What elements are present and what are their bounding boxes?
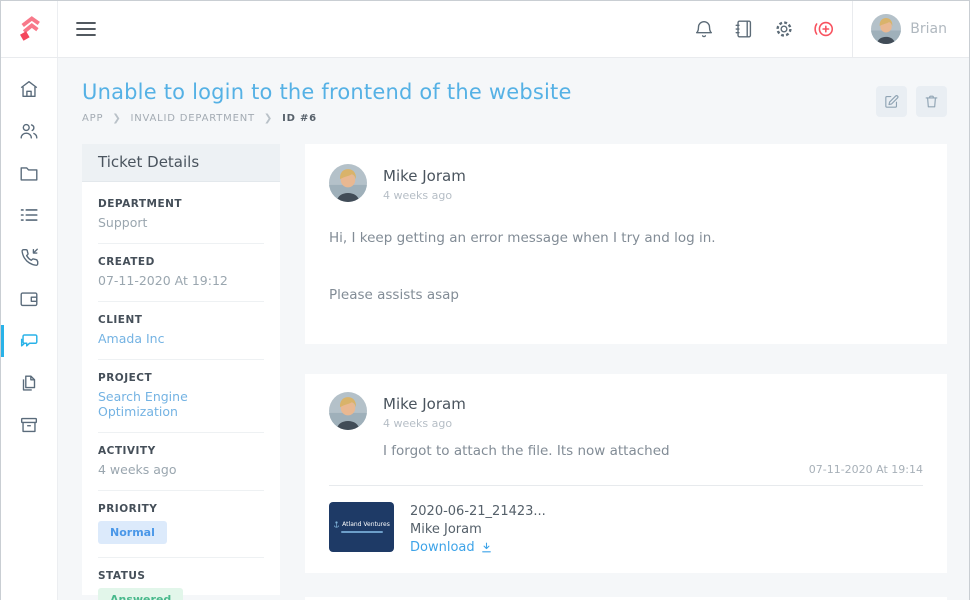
field-department: DEPARTMENT Support <box>98 186 264 244</box>
attachment-item: Atland Ventures 2020-06-21_21423... Mike… <box>329 486 923 561</box>
pages-icon <box>18 372 40 394</box>
logo-icon <box>15 15 43 43</box>
field-label: CREATED <box>98 256 264 268</box>
field-value: 4 weeks ago <box>98 462 264 477</box>
field-priority: PRIORITY Normal <box>98 491 264 558</box>
message-text: Hi, I keep getting an error message when… <box>329 230 923 246</box>
wallet-icon <box>18 288 40 310</box>
field-label: ACTIVITY <box>98 445 264 457</box>
notifications-button[interactable] <box>684 1 724 58</box>
chat-bubbles-icon <box>18 330 40 352</box>
phone-incoming-icon <box>18 246 40 268</box>
message-text: Please assists asap <box>329 287 923 303</box>
message-timestamp: 07-11-2020 At 19:14 <box>329 463 923 476</box>
message-time: 4 weeks ago <box>383 417 670 430</box>
attachment-uploader: Mike Joram <box>410 522 546 537</box>
message-card: Mike Joram 4 weeks ago Hi, I keep gettin… <box>305 144 947 344</box>
menu-toggle-button[interactable] <box>58 1 114 57</box>
sender-avatar <box>329 392 367 430</box>
breadcrumb-department[interactable]: INVALID DEPARTMENT <box>131 113 255 124</box>
field-value: Support <box>98 215 264 230</box>
delete-ticket-icon-button[interactable] <box>916 86 947 117</box>
bell-icon <box>693 18 715 40</box>
breadcrumb: APP ❯ INVALID DEPARTMENT ❯ ID #6 <box>82 113 572 124</box>
field-project: PROJECT Search Engine Optimization <box>98 360 264 433</box>
download-label: Download <box>410 540 475 555</box>
ticket-details-panel: Ticket Details DEPARTMENT Support CREATE… <box>82 144 280 595</box>
thumbnail-brand-text: Atland Ventures <box>342 521 390 528</box>
trash-icon <box>923 93 940 110</box>
settings-button[interactable] <box>764 1 804 58</box>
sidebar-item-projects[interactable] <box>1 152 57 194</box>
field-label: CLIENT <box>98 314 264 326</box>
main-content: Unable to login to the frontend of the w… <box>58 58 969 600</box>
download-link[interactable]: Download <box>410 540 546 555</box>
gear-icon <box>773 18 795 40</box>
field-activity: ACTIVITY 4 weeks ago <box>98 433 264 491</box>
sidebar-item-documents[interactable] <box>1 362 57 404</box>
sidebar-item-archive[interactable] <box>1 404 57 446</box>
field-value: 07-11-2020 At 19:12 <box>98 273 264 288</box>
sidebar-item-tasks[interactable] <box>1 194 57 236</box>
chevron-right-icon: ❯ <box>264 113 273 124</box>
ticket-messages: Mike Joram 4 weeks ago Hi, I keep gettin… <box>305 144 947 600</box>
panel-title: Ticket Details <box>82 144 280 182</box>
message-time: 4 weeks ago <box>383 189 466 202</box>
sidebar-item-tickets[interactable] <box>1 320 57 362</box>
edit-pencil-icon <box>883 93 900 110</box>
sidebar-item-payments[interactable] <box>1 278 57 320</box>
user-avatar <box>871 14 901 44</box>
user-name: Brian <box>910 21 947 37</box>
edit-ticket-icon-button[interactable] <box>876 86 907 117</box>
field-client: CLIENT Amada Inc <box>98 302 264 360</box>
sidebar-nav <box>1 58 58 600</box>
sidebar-item-calls[interactable] <box>1 236 57 278</box>
sender-avatar <box>329 164 367 202</box>
app-logo[interactable] <box>1 1 58 57</box>
users-icon <box>18 120 40 142</box>
user-menu[interactable]: Brian <box>853 14 969 44</box>
sender-name: Mike Joram <box>383 392 670 413</box>
project-link[interactable]: Search Engine Optimization <box>98 389 264 419</box>
archive-box-icon <box>18 414 40 436</box>
sidebar-item-clients[interactable] <box>1 110 57 152</box>
breadcrumb-app[interactable]: APP <box>82 113 103 124</box>
field-label: PRIORITY <box>98 503 264 515</box>
home-icon <box>18 78 40 100</box>
breadcrumb-ticket-id: ID #6 <box>282 113 317 124</box>
page-title: Unable to login to the frontend of the w… <box>82 80 572 104</box>
contacts-button[interactable] <box>724 1 764 58</box>
field-created: CREATED 07-11-2020 At 19:12 <box>98 244 264 302</box>
message-text: I forgot to attach the file. Its now att… <box>383 443 670 459</box>
attachment-thumbnail[interactable]: Atland Ventures <box>329 502 394 552</box>
field-label: DEPARTMENT <box>98 198 264 210</box>
attachment-filename: 2020-06-21_21423... <box>410 504 546 519</box>
sidebar-item-home[interactable] <box>1 68 57 110</box>
list-icon <box>18 204 40 226</box>
field-label: PROJECT <box>98 372 264 384</box>
sender-name: Mike Joram <box>383 164 466 185</box>
hamburger-icon <box>76 21 96 37</box>
folder-icon <box>18 162 40 184</box>
status-badge: Answered <box>98 588 183 600</box>
field-label: STATUS <box>98 570 264 582</box>
message-card: Mike Joram 4 weeks ago I forgot to attac… <box>305 374 947 573</box>
thumbnail-subtext-bar <box>341 531 383 533</box>
field-status: STATUS Answered <box>98 558 264 600</box>
chevron-right-icon: ❯ <box>112 113 121 124</box>
priority-badge: Normal <box>98 521 167 544</box>
download-icon <box>480 541 493 554</box>
plus-circle-pulse-icon <box>811 18 837 40</box>
client-link[interactable]: Amada Inc <box>98 331 264 346</box>
thumbnail-logo-icon <box>333 521 340 528</box>
top-navbar: Brian <box>1 1 969 58</box>
contacts-book-icon <box>733 18 755 40</box>
create-new-button[interactable] <box>804 1 844 58</box>
